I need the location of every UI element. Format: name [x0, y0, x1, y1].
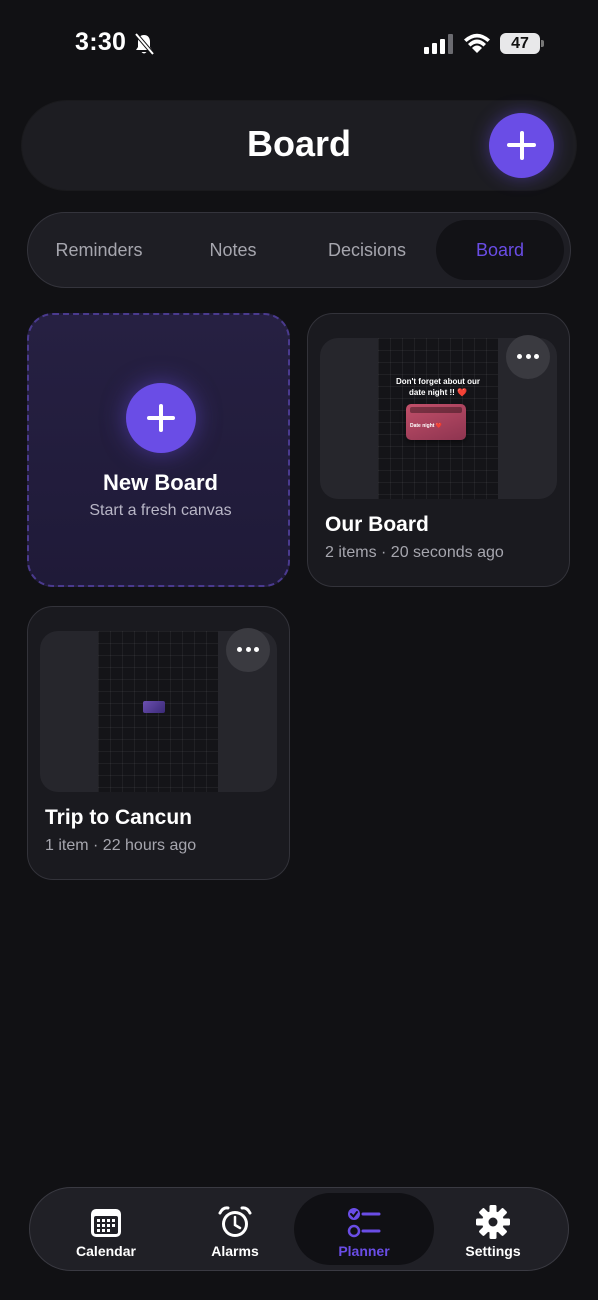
gear-icon — [476, 1205, 510, 1239]
segmented-tabs: Reminders Notes Decisions Board — [27, 212, 571, 288]
new-board-subtitle: Start a fresh canvas — [89, 502, 232, 519]
more-options-button[interactable] — [226, 628, 270, 672]
calendar-icon — [91, 1209, 121, 1237]
tab-board[interactable]: Board — [436, 220, 564, 280]
board-preview-canvas: Don't forget about our date night !! ❤️ … — [378, 338, 498, 499]
nav-alarms-label: Alarms — [211, 1243, 259, 1259]
header-bar: Board — [22, 101, 576, 190]
board-card-trip-to-cancun[interactable]: Trip to Cancun 1 item · 22 hours ago — [27, 606, 290, 880]
preview-note-card: Date night ❤️ — [406, 404, 466, 440]
board-title: Trip to Cancun — [45, 806, 192, 829]
status-time: 3:30 — [75, 28, 127, 56]
nav-calendar-label: Calendar — [76, 1243, 136, 1259]
tab-notes[interactable]: Notes — [166, 220, 300, 280]
wifi-icon — [464, 33, 490, 53]
bottom-tab-bar: Calendar Alarms Planner Settings — [29, 1187, 569, 1271]
nav-settings-label: Settings — [465, 1243, 521, 1259]
new-board-add-button[interactable] — [126, 383, 196, 453]
board-title: Our Board — [325, 513, 429, 536]
more-options-button[interactable] — [506, 335, 550, 379]
board-meta: 2 items · 20 seconds ago — [325, 544, 504, 561]
board-preview-canvas — [98, 631, 218, 792]
nav-planner-label: Planner — [338, 1243, 390, 1259]
nav-alarms[interactable]: Alarms — [165, 1193, 305, 1265]
status-bar: 3:30 47 — [0, 0, 598, 90]
board-card-our-board[interactable]: Don't forget about our date night !! ❤️ … — [307, 313, 570, 587]
add-button[interactable] — [489, 113, 554, 178]
tab-decisions[interactable]: Decisions — [300, 220, 434, 280]
checklist-icon — [347, 1208, 381, 1238]
preview-note-text: Don't forget about our date night !! ❤️ — [395, 377, 481, 397]
new-board-card[interactable]: New Board Start a fresh canvas — [27, 313, 290, 587]
bell-muted-icon — [134, 32, 155, 56]
cellular-signal-icon — [424, 34, 453, 54]
alarm-clock-icon — [218, 1206, 252, 1237]
nav-settings[interactable]: Settings — [423, 1193, 563, 1265]
tab-reminders[interactable]: Reminders — [32, 220, 166, 280]
new-board-title: New Board — [103, 470, 218, 495]
battery-indicator: 47 — [500, 33, 544, 54]
preview-item-thumbnail — [143, 701, 165, 713]
nav-planner[interactable]: Planner — [294, 1193, 434, 1265]
board-meta: 1 item · 22 hours ago — [45, 837, 197, 854]
nav-calendar[interactable]: Calendar — [36, 1193, 176, 1265]
